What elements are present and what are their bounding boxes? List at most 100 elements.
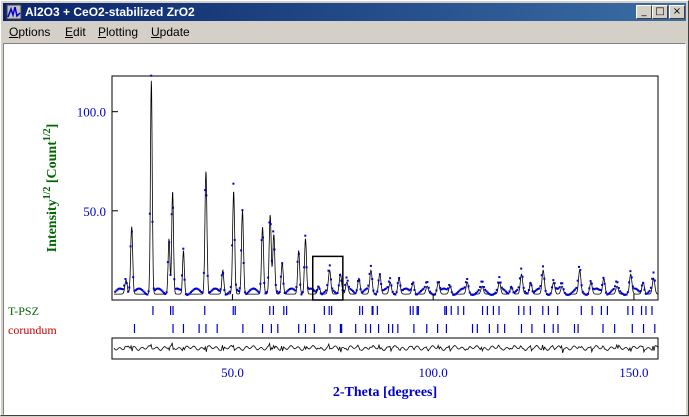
- corundum-reflection-ticks: [133, 324, 656, 333]
- observed-point: [359, 288, 362, 291]
- ylabel-mid: [Count: [45, 141, 60, 187]
- observed-point: [499, 281, 502, 284]
- observed-point: [482, 286, 485, 288]
- observed-point: [301, 291, 304, 294]
- x-axis-label: 2-Theta [degrees]: [333, 385, 437, 400]
- observed-point: [648, 289, 651, 292]
- observed-point: [543, 277, 546, 280]
- observed-point: [588, 287, 591, 290]
- observed-point: [330, 278, 332, 281]
- app-window: Al2O3 + CeO2-stabilized ZrO2 _ □ × Optio…: [0, 0, 689, 416]
- observed-point: [481, 280, 484, 283]
- observed-point: [438, 281, 440, 284]
- plot-area[interactable]: 50.0 100.0 Intensity1/2 [Count1/2] T-PSZ …: [3, 43, 686, 415]
- observed-point: [260, 239, 263, 242]
- powder-diffraction-chart[interactable]: 50.0100.0 Intensity1/2 [Count1/2] T-PSZ …: [4, 44, 685, 414]
- observed-point: [339, 273, 341, 276]
- observed-point: [147, 290, 150, 293]
- observed-point: [371, 278, 374, 280]
- observed-point: [434, 293, 437, 296]
- observed-point: [354, 292, 357, 295]
- observed-point: [165, 291, 168, 294]
- observed-point: [281, 262, 284, 265]
- observed-point: [423, 285, 426, 288]
- observed-point: [376, 290, 379, 293]
- menu-plotting-rest: lotting: [106, 25, 139, 39]
- observed-point: [581, 290, 584, 293]
- observed-point: [304, 234, 307, 237]
- observed-point: [552, 279, 555, 282]
- observed-point: [274, 283, 277, 286]
- observed-point: [229, 285, 232, 288]
- menu-options[interactable]: Options: [9, 25, 50, 39]
- close-button[interactable]: ×: [669, 5, 685, 19]
- title-bar[interactable]: Al2O3 + CeO2-stabilized ZrO2 _ □ ×: [3, 3, 686, 21]
- observed-point: [340, 279, 343, 282]
- observed-point: [151, 220, 154, 223]
- observed-point: [616, 281, 619, 284]
- x-axis-ticks: [231, 294, 635, 300]
- observed-point: [129, 245, 132, 248]
- observed-point: [649, 286, 652, 289]
- observed-point: [394, 293, 397, 296]
- observed-point: [422, 287, 425, 290]
- observed-point: [450, 291, 453, 294]
- observed-point: [150, 74, 153, 77]
- observed-point: [127, 290, 130, 293]
- observed-point: [202, 271, 205, 274]
- observed-point: [427, 286, 430, 289]
- observed-point: [551, 286, 553, 289]
- menu-plotting[interactable]: Plotting: [98, 25, 138, 39]
- observed-point: [267, 276, 270, 279]
- observed-point: [395, 291, 398, 294]
- observed-point: [272, 230, 275, 233]
- observed-point: [336, 292, 339, 294]
- observed-point: [389, 277, 392, 280]
- observed-point: [542, 265, 544, 268]
- observed-point: [605, 291, 607, 294]
- minimize-button[interactable]: _: [636, 5, 652, 19]
- observed-point: [258, 291, 261, 294]
- observed-point: [294, 289, 297, 292]
- observed-point: [412, 281, 415, 284]
- observed-point: [181, 274, 183, 277]
- menu-update-mnemonic: U: [151, 25, 160, 39]
- observed-point: [273, 248, 276, 251]
- observed-point: [317, 285, 320, 288]
- observed-point: [553, 282, 556, 285]
- observed-point: [345, 276, 348, 279]
- ylabel-sup2: 1/2: [42, 128, 53, 141]
- observed-point: [367, 284, 370, 287]
- observed-point: [467, 285, 470, 288]
- difference-plot-frame: [111, 337, 659, 360]
- x-tick-labels: 50.0 100.0 150.0: [221, 365, 648, 380]
- observed-point: [204, 189, 207, 192]
- observed-point: [238, 287, 241, 290]
- observed-point: [358, 279, 361, 282]
- observed-point: [626, 291, 629, 294]
- maximize-button[interactable]: □: [652, 5, 668, 19]
- observed-point: [372, 289, 375, 292]
- observed-point: [521, 275, 524, 278]
- difference-line: [113, 342, 659, 354]
- observed-points: [114, 74, 656, 296]
- menu-update-rest: pdate: [159, 25, 190, 39]
- observed-point: [172, 206, 174, 209]
- observed-point: [231, 244, 234, 247]
- menu-options-rest: ptions: [18, 25, 51, 39]
- observed-point: [390, 284, 393, 287]
- ylabel-end: ]: [45, 124, 60, 129]
- observed-point: [527, 289, 530, 291]
- observed-point: [518, 277, 521, 280]
- menu-edit[interactable]: Edit: [65, 25, 86, 39]
- observed-point: [396, 282, 399, 285]
- observed-point: [511, 287, 514, 290]
- observed-point: [296, 260, 299, 263]
- menu-update[interactable]: Update: [151, 25, 190, 39]
- menu-bar: Options Edit Plotting Update: [3, 22, 686, 42]
- app-icon: [6, 4, 22, 20]
- observed-point: [146, 293, 149, 296]
- observed-point: [259, 282, 262, 285]
- observed-point: [589, 280, 592, 283]
- observed-point: [562, 288, 565, 291]
